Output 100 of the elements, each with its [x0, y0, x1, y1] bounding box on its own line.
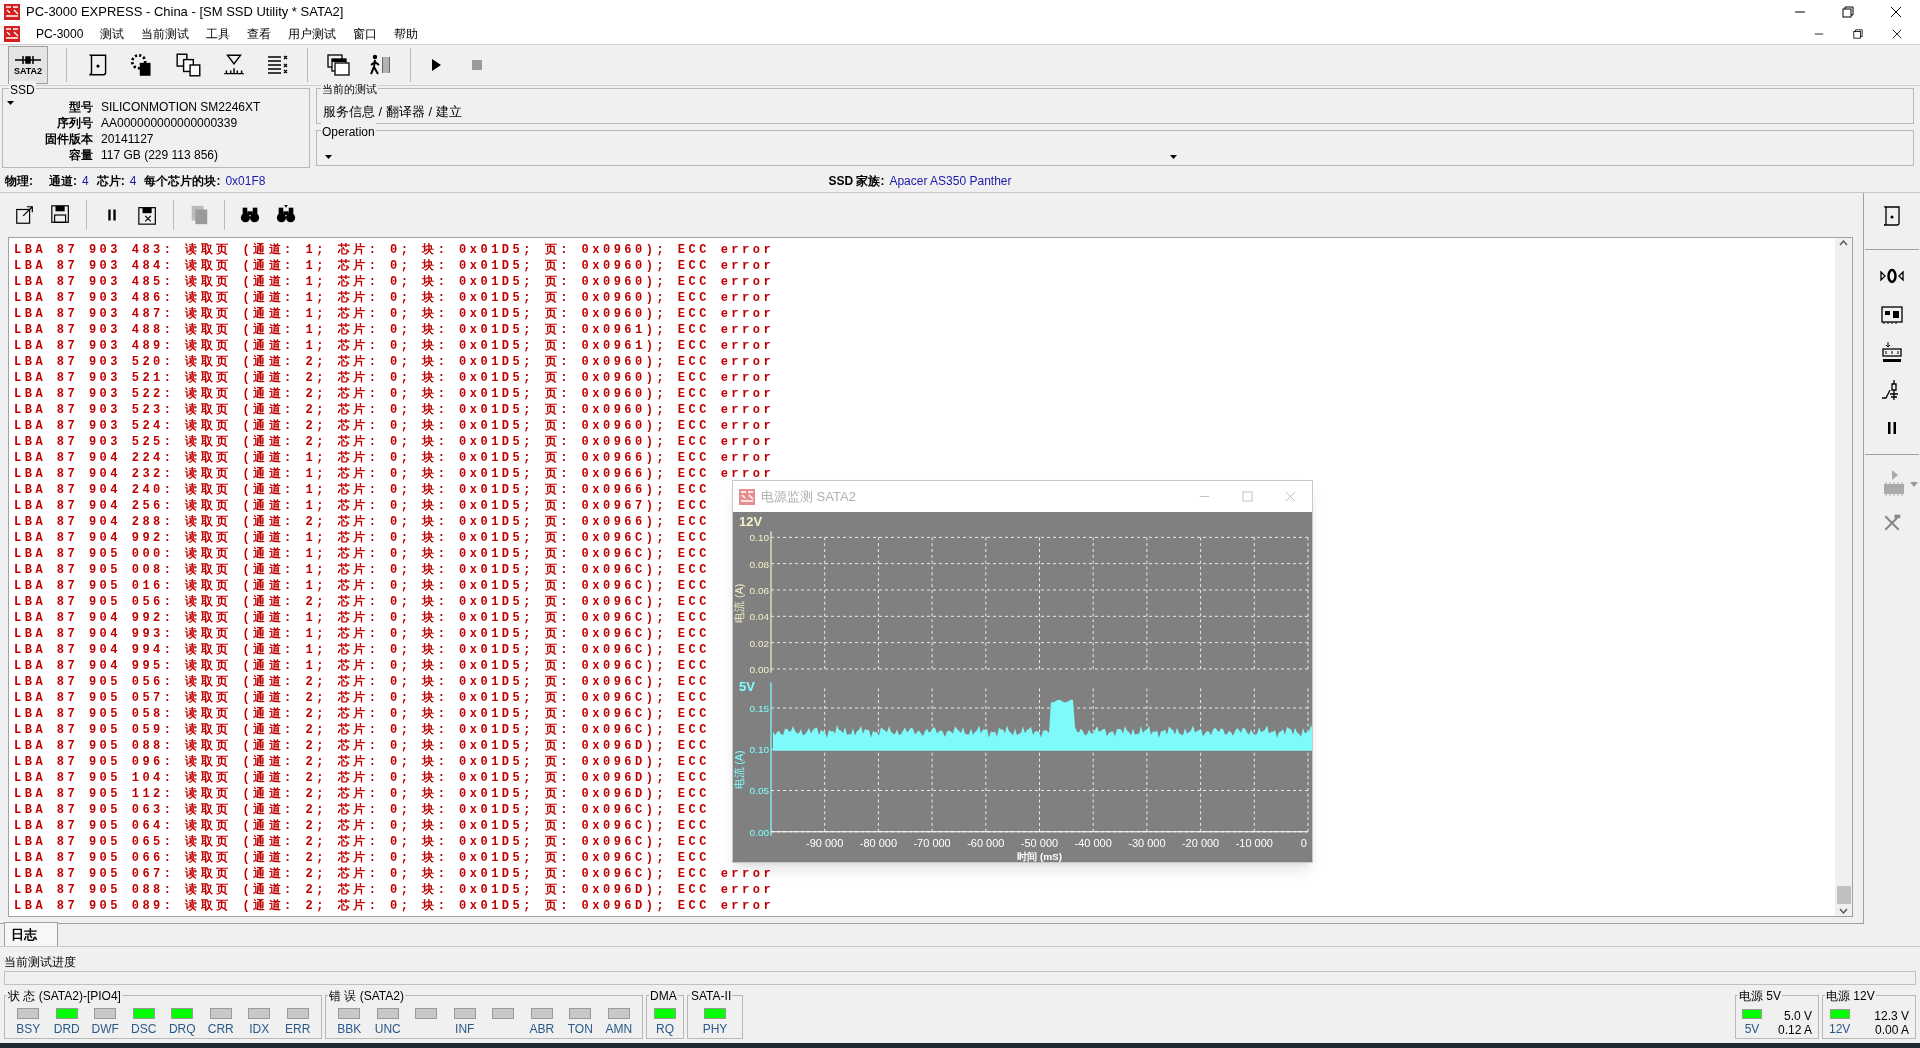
window-title: PC-3000 EXPRESS - China - [SM SSD Utility * SATA2]	[26, 3, 345, 22]
field-label: 序列号	[57, 115, 93, 131]
led-label: BBK	[337, 1021, 362, 1037]
led-label: BSY	[16, 1021, 41, 1037]
led-label: PHY	[702, 1021, 728, 1037]
tools-icon	[1882, 513, 1902, 533]
log-line: LBA 87 903 520: 读取页 (通道: 2; 芯片: 0; 块: 0x01D5; 页: 0x0960); ECC error	[14, 354, 775, 370]
log-line: LBA 87 903 485: 读取页 (通道: 1; 芯片: 0; 块: 0x01D5; 页: 0x0960); ECC error	[14, 274, 775, 290]
led-label: INF	[455, 1021, 475, 1037]
save-icon[interactable]	[50, 204, 72, 226]
info-label: 通道:	[49, 173, 77, 190]
field-label: 固件版本	[45, 131, 93, 147]
axis-tick-label: 0.10	[749, 744, 769, 756]
menu-item[interactable]: 工具	[205, 25, 232, 43]
log-line: LBA 87 905 096: 读取页 (通道: 2; 芯片: 0; 块: 0x01D5; 页: 0x096D); ECC	[14, 754, 710, 770]
group-title: 电源 5V	[1738, 987, 1782, 1005]
close-icon[interactable]	[1890, 6, 1902, 18]
led-label: IDX	[249, 1021, 270, 1037]
play-icon[interactable]	[429, 58, 443, 72]
chips-icon[interactable]	[175, 52, 203, 78]
log-line: LBA 87 903 521: 读取页 (通道: 2; 芯片: 0; 块: 0x01D5; 页: 0x0960); ECC error	[14, 370, 775, 386]
led-label: TON	[567, 1021, 593, 1037]
menu-item[interactable]: 帮助	[393, 25, 420, 43]
log-line: LBA 87 903 523: 读取页 (通道: 2; 芯片: 0; 块: 0x01D5; 页: 0x0960); ECC error	[14, 402, 775, 418]
log-line: LBA 87 904 992: 读取页 (通道: 1; 芯片: 0; 块: 0x01D5; 页: 0x096C); ECC	[14, 530, 710, 546]
log-line: LBA 87 904 256: 读取页 (通道: 1; 芯片: 0; 块: 0x01D5; 页: 0x0967); ECC	[14, 498, 710, 514]
info-label: 芯片:	[96, 173, 125, 190]
log-line: LBA 87 903 488: 读取页 (通道: 1; 芯片: 0; 块: 0x01D5; 页: 0x0961); ECC error	[14, 322, 775, 338]
axis-tick-label: 0.00	[749, 826, 769, 838]
log-line: LBA 87 904 992: 读取页 (通道: 1; 芯片: 0; 块: 0x01D5; 页: 0x096C); ECC	[14, 610, 710, 626]
scroll-down-icon[interactable]	[1839, 908, 1848, 914]
axis-tick-label: -70 000	[913, 837, 951, 850]
axis-tick-label: 0.08	[749, 558, 769, 570]
progress-label: 当前测试进度	[4, 955, 77, 969]
export-icon[interactable]	[14, 204, 36, 226]
save-cancel-icon[interactable]	[137, 204, 159, 226]
menu-item[interactable]: 窗口	[352, 25, 379, 43]
menu-item[interactable]: 当前测试	[140, 25, 191, 43]
log-line: LBA 87 905 066: 读取页 (通道: 2; 芯片: 0; 块: 0x01D5; 页: 0x096C); ECC	[14, 850, 710, 866]
current-reading: 0.00 A	[1874, 1023, 1909, 1037]
info-label: 每个芯片的块:	[144, 173, 221, 190]
axis-tick-label: -30 000	[1128, 837, 1166, 850]
axis-tick-label: 0.00	[749, 664, 769, 675]
axis-title: 电流 (A)	[733, 583, 746, 623]
axis-tick-label: 0.15	[749, 703, 769, 714]
panel-label: 12V	[739, 513, 763, 529]
restore-icon[interactable]	[1853, 29, 1863, 39]
scrollbar-thumb[interactable]	[1836, 886, 1851, 904]
menu-item[interactable]: 用户测试	[287, 25, 338, 43]
field-value: AA000000000000000339	[101, 115, 239, 131]
info-value: 4	[82, 173, 89, 190]
info-value: 4	[129, 173, 137, 190]
info-value: Apacer AS350 Panther	[889, 173, 1012, 190]
field-value: 117 GB (229 113 856)	[101, 147, 219, 163]
menu-item[interactable]: 查看	[246, 25, 273, 43]
windows-icon[interactable]	[326, 53, 350, 77]
logo-icon	[4, 4, 20, 20]
close-icon[interactable]	[1892, 29, 1902, 39]
log-line: LBA 87 905 063: 读取页 (通道: 2; 芯片: 0; 块: 0x01D5; 页: 0x096C); ECC	[14, 802, 710, 818]
log-line: LBA 87 905 064: 读取页 (通道: 2; 芯片: 0; 块: 0x01D5; 页: 0x096C); ECC	[14, 818, 710, 834]
log-line: LBA 87 904 288: 读取页 (通道: 2; 芯片: 0; 块: 0x01D5; 页: 0x0966); ECC	[14, 514, 710, 530]
axis-tick-label: 0	[1300, 837, 1307, 850]
axis-tick-label: -20 000	[1181, 837, 1220, 850]
log-line: LBA 87 905 058: 读取页 (通道: 2; 芯片: 0; 块: 0x01D5; 页: 0x096C); ECC	[14, 706, 710, 722]
menu-item[interactable]: PC-3000	[35, 25, 85, 43]
restore-icon[interactable]	[1842, 6, 1854, 18]
axis-tick-label: -60 000	[967, 837, 1005, 850]
log-line: LBA 87 904 994: 读取页 (通道: 1; 芯片: 0; 块: 0x01D5; 页: 0x096C); ECC	[14, 642, 710, 658]
log-line: LBA 87 904 232: 读取页 (通道: 1; 芯片: 0; 块: 0x01D5; 页: 0x0966); ECC error	[14, 466, 775, 482]
axis-tick-label: -80 000	[859, 837, 898, 850]
log-line: LBA 87 904 224: 读取页 (通道: 1; 芯片: 0; 块: 0x01D5; 页: 0x0966); ECC error	[14, 450, 775, 466]
log-line: LBA 87 905 088: 读取页 (通道: 2; 芯片: 0; 块: 0x01D5; 页: 0x096D); ECC error	[14, 882, 775, 898]
log-line: LBA 87 905 104: 读取页 (通道: 2; 芯片: 0; 块: 0x01D5; 页: 0x096D); ECC	[14, 770, 710, 786]
group-title: 电源 12V	[1825, 987, 1876, 1005]
dropdown-caret-icon[interactable]	[7, 101, 14, 105]
tab[interactable]: 日志	[4, 922, 58, 946]
chip-play-icon	[1882, 469, 1906, 499]
field-label: 容量	[69, 147, 93, 163]
port-button[interactable]: SATA2	[8, 46, 48, 84]
axis-tick-label: 0.10	[749, 532, 769, 544]
axis-tick-label: 0.02	[749, 637, 769, 649]
led-label: DRD	[53, 1021, 80, 1037]
axis-title: 时间 (mS)	[1016, 851, 1063, 862]
led-label: DSC	[131, 1021, 157, 1037]
reset-icon[interactable]	[1880, 340, 1904, 364]
log-line: LBA 87 905 016: 读取页 (通道: 1; 芯片: 0; 块: 0x01D5; 页: 0x096C); ECC	[14, 578, 710, 594]
log-line: LBA 87 905 008: 读取页 (通道: 1; 芯片: 0; 块: 0x01D5; 页: 0x096C); ECC	[14, 562, 710, 578]
axis-tick-label: -40 000	[1074, 837, 1112, 850]
axis-tick-label: 0.06	[749, 585, 769, 596]
scroll-up-icon[interactable]	[1839, 240, 1848, 246]
field-value: SILICONMOTION SM2246XT	[101, 99, 262, 115]
menu-item[interactable]: 测试	[99, 25, 126, 43]
dropdown-caret-icon	[1170, 155, 1177, 159]
axis-tick-label: 0.04	[749, 611, 769, 623]
log-line: LBA 87 903 525: 读取页 (通道: 2; 芯片: 0; 块: 0x01D5; 页: 0x0960); ECC error	[14, 434, 775, 450]
led-label: ERR	[285, 1021, 311, 1037]
axis-tick-label: -90 000	[806, 837, 844, 850]
log-line: LBA 87 905 056: 读取页 (通道: 2; 芯片: 0; 块: 0x01D5; 页: 0x096C); ECC	[14, 594, 710, 610]
log-line: LBA 87 903 483: 读取页 (通道: 1; 芯片: 0; 块: 0x01D5; 页: 0x0960); ECC error	[14, 242, 775, 258]
log-line: LBA 87 905 059: 读取页 (通道: 2; 芯片: 0; 块: 0x01D5; 页: 0x096C); ECC	[14, 722, 710, 738]
